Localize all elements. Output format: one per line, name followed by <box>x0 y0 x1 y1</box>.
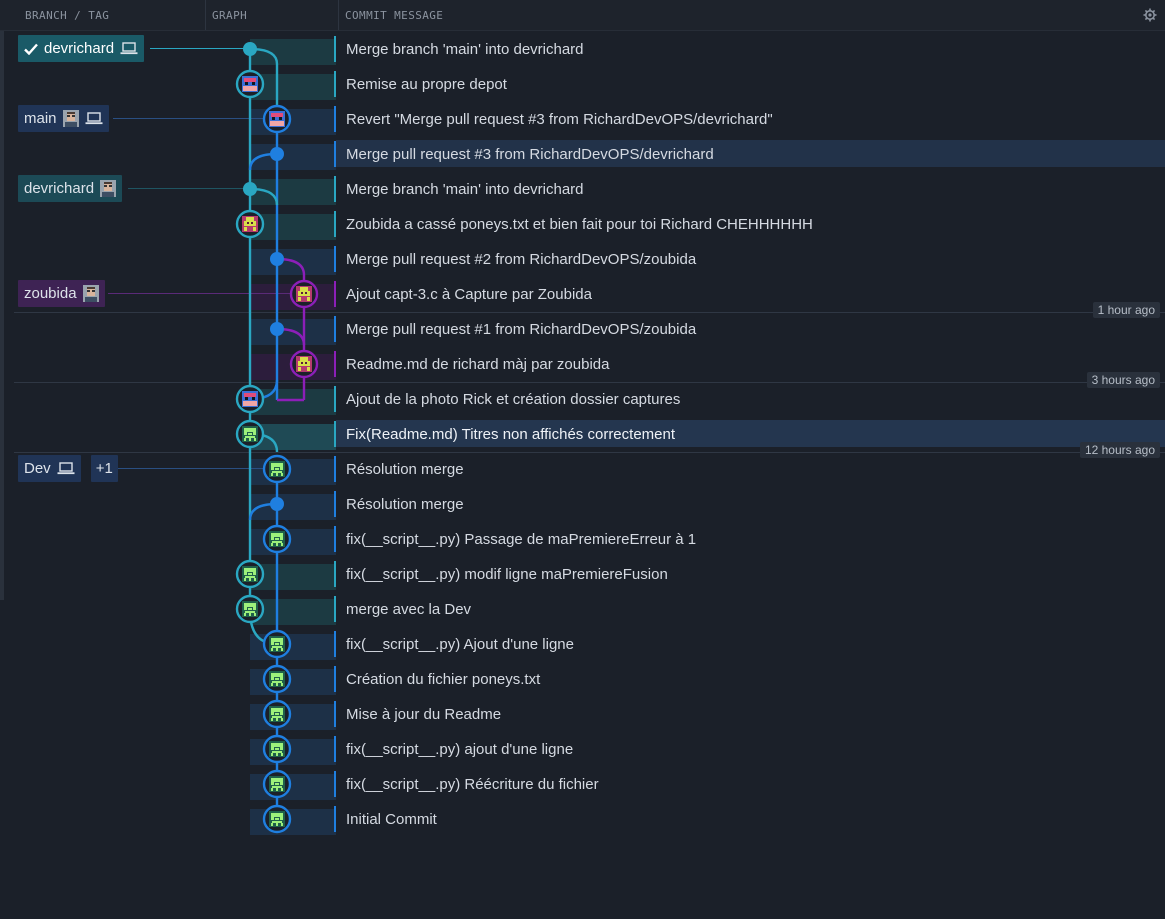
commit-node-avatar[interactable] <box>262 699 292 729</box>
merge-commit-dot[interactable] <box>243 42 257 56</box>
commit-node-avatar[interactable] <box>262 734 292 764</box>
merge-commit-dot[interactable] <box>270 147 284 161</box>
commit-node-avatar[interactable] <box>235 384 265 414</box>
commit-node-avatar[interactable] <box>262 664 292 694</box>
commit-node-avatar[interactable] <box>289 279 319 309</box>
merge-commit-dot[interactable] <box>243 182 257 196</box>
commit-node-avatar[interactable] <box>235 559 265 589</box>
commit-node-avatar[interactable] <box>262 104 292 134</box>
commit-node-avatar[interactable] <box>289 349 319 379</box>
commit-node-avatar[interactable] <box>235 419 265 449</box>
merge-commit-dot[interactable] <box>270 497 284 511</box>
commit-node-avatar[interactable] <box>235 209 265 239</box>
commit-node-avatar[interactable] <box>262 769 292 799</box>
merge-commit-dot[interactable] <box>270 252 284 266</box>
commit-node-avatar[interactable] <box>262 454 292 484</box>
commit-graph <box>235 42 319 834</box>
merge-commit-dot[interactable] <box>270 322 284 336</box>
commit-node-avatar[interactable] <box>235 594 265 624</box>
commit-node-avatar[interactable] <box>262 629 292 659</box>
commit-node-avatar[interactable] <box>262 524 292 554</box>
commit-node-avatar[interactable] <box>235 69 265 99</box>
commit-node-avatar[interactable] <box>262 804 292 834</box>
